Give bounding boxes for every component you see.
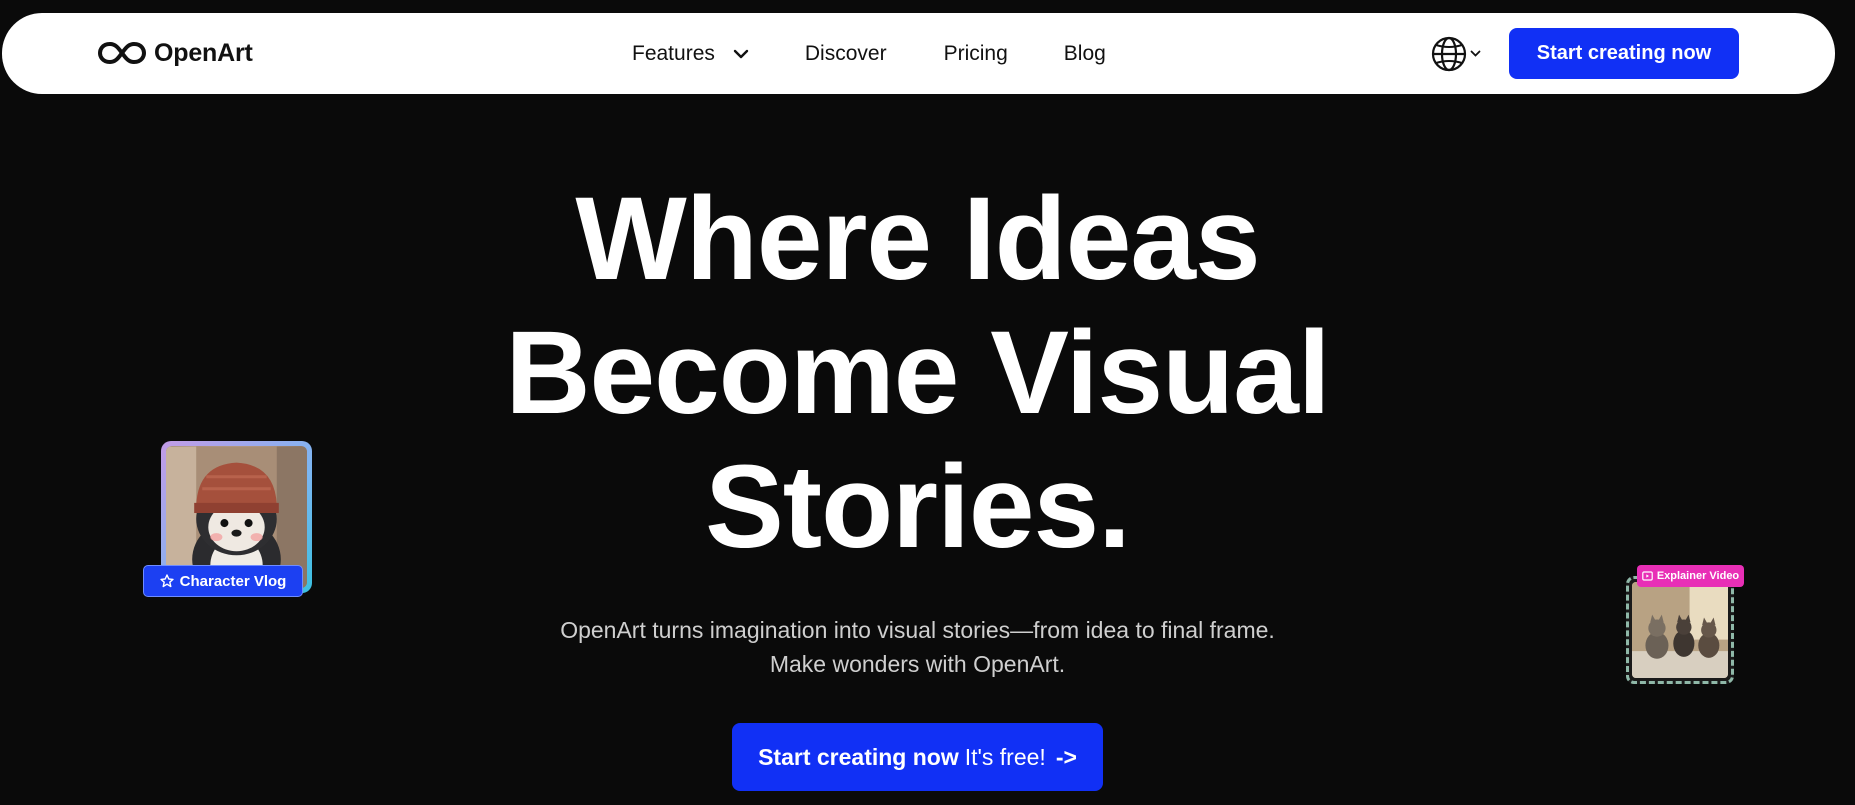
- cats-thumbnail: [1632, 582, 1728, 678]
- language-selector[interactable]: [1430, 35, 1481, 73]
- star-icon: [159, 574, 174, 588]
- video-icon: [1642, 571, 1653, 581]
- openart-logo[interactable]: OpenArt: [98, 37, 253, 69]
- explainer-video-label: Explainer Video: [1656, 570, 1740, 582]
- start-creating-hero-button[interactable]: Start creating now It's free! ->: [732, 723, 1103, 791]
- nav-features[interactable]: Features: [632, 42, 749, 66]
- nav-pricing[interactable]: Pricing: [944, 42, 1008, 66]
- top-navbar: OpenArt Features Discover Pricing Blog S…: [2, 13, 1835, 94]
- cta-arrow: ->: [1055, 743, 1077, 770]
- subtitle-line: OpenArt turns imagination into visual st…: [560, 617, 1275, 643]
- explainer-video-tag: Explainer Video: [1637, 565, 1744, 587]
- hero-subtitle: OpenArt turns imagination into visual st…: [0, 613, 1835, 681]
- globe-icon: [1431, 36, 1467, 72]
- page: OpenArt Features Discover Pricing Blog S…: [0, 0, 1855, 805]
- headline-line: Become Visual: [505, 307, 1330, 439]
- cats-illustration: [1632, 582, 1728, 678]
- cta-free-text: It's free!: [964, 743, 1046, 770]
- nav-links: Features Discover Pricing Blog: [632, 13, 1106, 94]
- chevron-down-icon: [1470, 50, 1481, 57]
- start-creating-nav-button[interactable]: Start creating now: [1509, 28, 1739, 79]
- brand-name: OpenArt: [154, 38, 253, 67]
- nav-features-label: Features: [632, 41, 715, 65]
- chevron-down-icon: [733, 49, 749, 58]
- cta-strong-text: Start creating now: [758, 743, 959, 770]
- subtitle-line: Make wonders with OpenArt.: [769, 651, 1066, 677]
- explainer-video-card: [1626, 576, 1734, 684]
- infinity-logo-icon: [98, 42, 146, 64]
- nav-discover[interactable]: Discover: [805, 42, 887, 66]
- nav-blog[interactable]: Blog: [1064, 42, 1106, 66]
- character-vlog-label: Character Vlog: [179, 572, 287, 590]
- character-vlog-tag: Character Vlog: [143, 565, 303, 597]
- headline-line: Where Ideas: [575, 173, 1260, 305]
